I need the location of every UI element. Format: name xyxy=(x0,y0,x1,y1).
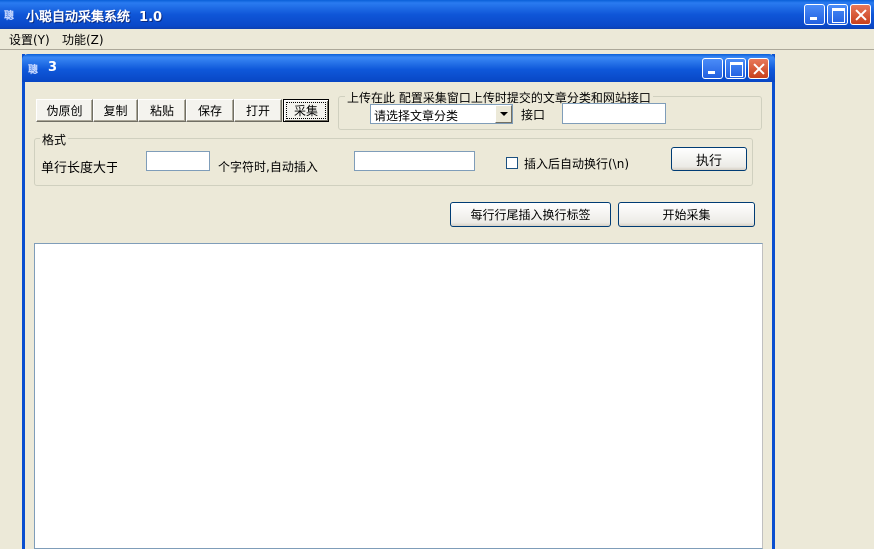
menu-bar: 设置(Y) 功能(Z) xyxy=(0,29,874,49)
chevron-down-icon[interactable] xyxy=(495,105,512,123)
menu-settings[interactable]: 设置(Y) xyxy=(7,31,52,48)
auto-wrap-checkbox[interactable] xyxy=(506,157,518,169)
category-select-value: 请选择文章分类 xyxy=(374,109,459,123)
insert-text-input[interactable] xyxy=(354,151,475,171)
open-button[interactable]: 打开 xyxy=(234,99,282,122)
execute-button[interactable]: 执行 xyxy=(671,147,747,171)
app-title: 小聪自动采集系统 1.0 xyxy=(26,10,163,25)
paste-button[interactable]: 粘贴 xyxy=(138,99,186,122)
insert-line-tag-button[interactable]: 每行行尾插入换行标签 xyxy=(450,202,611,227)
minimize-icon xyxy=(703,59,722,78)
upload-legend: 上传 xyxy=(347,91,372,105)
content-editor[interactable] xyxy=(34,243,763,549)
api-label: 接口 xyxy=(521,108,546,122)
copy-button[interactable]: 复制 xyxy=(93,99,138,122)
line-length-input[interactable] xyxy=(146,151,210,171)
child-maximize-button[interactable] xyxy=(725,58,746,79)
minimize-button[interactable] xyxy=(804,4,825,25)
save-button[interactable]: 保存 xyxy=(186,99,234,122)
maximize-icon xyxy=(828,5,847,24)
menu-function[interactable]: 功能(Z) xyxy=(60,31,106,48)
child-minimize-button[interactable] xyxy=(702,58,723,79)
start-collect-button[interactable]: 开始采集 xyxy=(618,202,755,227)
collect-button[interactable]: 采集 xyxy=(283,99,329,122)
app-titlebar: 聰 小聪自动采集系统 1.0 xyxy=(0,0,874,29)
close-button[interactable] xyxy=(850,4,871,25)
minimize-icon xyxy=(805,5,824,24)
pseudo-original-button[interactable]: 伪原创 xyxy=(36,99,93,122)
child-titlebar: 聰 3 xyxy=(22,54,775,82)
api-input[interactable] xyxy=(562,103,666,124)
child-icon: 聰 xyxy=(28,65,38,76)
line-length-label: 单行长度大于 xyxy=(41,161,117,176)
child-title: 3 xyxy=(48,60,58,75)
maximize-icon xyxy=(726,59,745,78)
maximize-button[interactable] xyxy=(827,4,848,25)
chars-label: 个字符时,自动插入 xyxy=(218,160,318,174)
close-icon xyxy=(851,5,870,24)
child-close-button[interactable] xyxy=(748,58,769,79)
close-icon xyxy=(749,59,768,78)
category-select[interactable]: 请选择文章分类 xyxy=(370,104,513,124)
app-icon: 聰 xyxy=(4,11,14,22)
format-legend: 格式 xyxy=(40,131,69,148)
auto-wrap-label: 插入后自动换行(\n) xyxy=(524,157,630,171)
